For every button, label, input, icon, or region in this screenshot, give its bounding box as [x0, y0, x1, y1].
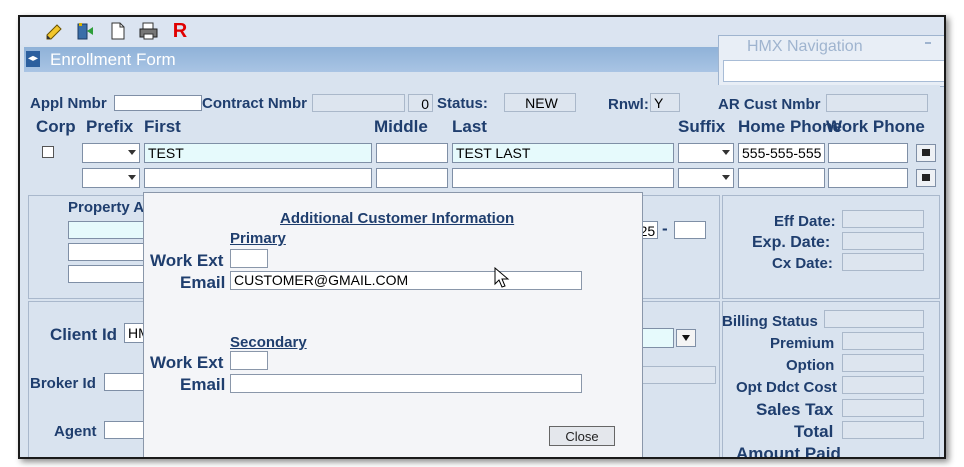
new-document-icon[interactable]	[108, 21, 128, 41]
ar-cust-input[interactable]	[826, 94, 928, 112]
chevron-down-icon	[128, 175, 136, 180]
navigation-input[interactable]	[723, 60, 944, 82]
primary-work-ext-input[interactable]	[230, 249, 268, 268]
billing-status-input[interactable]	[824, 310, 924, 328]
address-line-2[interactable]	[68, 243, 148, 261]
last-name-input[interactable]: TEST LAST	[452, 143, 674, 163]
close-button[interactable]: Close	[549, 426, 615, 446]
chevron-down-icon	[128, 150, 136, 155]
arrow-down-icon	[682, 335, 690, 341]
additional-customer-info-dialog: Additional Customer Information Primary …	[143, 192, 643, 457]
prefix-select[interactable]	[82, 143, 140, 163]
ar-cust-label: AR Cust Nmbr	[718, 96, 821, 113]
eff-date-input[interactable]	[842, 210, 924, 228]
total-input[interactable]	[842, 421, 924, 439]
work-phone-header: Work Phone	[826, 117, 925, 136]
mouse-cursor-icon	[494, 267, 510, 288]
rnwl-value: Y	[650, 93, 680, 112]
primary-work-ext-label: Work Ext	[150, 251, 224, 270]
last-header: Last	[452, 117, 487, 136]
form-title-bar: ◂▸ Enrollment Form	[24, 47, 724, 72]
minimize-icon[interactable]	[925, 42, 931, 44]
rnwl-label: Rnwl:	[608, 96, 649, 113]
primary-email-label: Email	[180, 273, 226, 292]
sales-tax-input[interactable]	[842, 399, 924, 417]
address-line-1[interactable]	[68, 221, 148, 239]
prefix-select-2[interactable]	[82, 168, 140, 188]
middle-header: Middle	[374, 117, 428, 136]
contract-count: 0	[408, 94, 433, 112]
broker-id-label: Broker Id	[30, 375, 96, 392]
option-label: Option	[786, 357, 835, 374]
window-title: Enrollment Form	[50, 50, 176, 69]
status-label: Status:	[437, 95, 488, 112]
secondary-work-ext-input[interactable]	[230, 351, 268, 370]
first-name-input[interactable]: TEST	[144, 143, 372, 163]
property-address-label: Property A	[68, 199, 145, 216]
opt-ddct-cost-input[interactable]	[842, 376, 924, 394]
sales-tax-label: Sales Tax	[756, 400, 834, 419]
amount-paid-label: Amount Paid	[736, 444, 841, 459]
secondary-email-input[interactable]	[230, 374, 582, 393]
primary-section-label: Primary	[230, 230, 286, 247]
cx-date-input[interactable]	[842, 253, 924, 271]
home-phone-input[interactable]: 555-555-555	[738, 143, 825, 163]
last-name-input-2[interactable]	[452, 168, 674, 188]
exp-date-input[interactable]	[842, 232, 924, 250]
contract-nmbr-input[interactable]	[312, 94, 405, 112]
appl-nmbr-label: Appl Nmbr	[30, 95, 107, 112]
client-dropdown-button[interactable]	[676, 329, 696, 347]
navigation-title: HMX Navigation	[747, 38, 863, 55]
exit-door-icon[interactable]	[75, 21, 95, 41]
phone-lookup-button-2[interactable]	[916, 169, 936, 187]
middle-name-input-2[interactable]	[376, 168, 448, 188]
billing-status-label: Billing Status	[722, 313, 818, 330]
chevron-down-icon	[722, 150, 730, 155]
dialog-title: Additional Customer Information	[280, 210, 515, 227]
appl-nmbr-input[interactable]	[114, 95, 202, 111]
eff-date-label: Eff Date:	[774, 213, 836, 230]
r-icon[interactable]: R	[170, 21, 190, 41]
zip-dash: -	[662, 219, 668, 238]
middle-name-input[interactable]	[376, 143, 448, 163]
exp-date-label: Exp. Date:	[752, 234, 831, 251]
suffix-select[interactable]	[678, 143, 734, 163]
work-phone-input-2[interactable]	[828, 168, 908, 188]
chevron-down-icon	[722, 175, 730, 180]
home-phone-input-2[interactable]	[738, 168, 825, 188]
secondary-work-ext-label: Work Ext	[150, 353, 224, 372]
total-label: Total	[794, 422, 834, 441]
premium-input[interactable]	[842, 332, 924, 350]
navigation-panel: HMX Navigation	[718, 35, 944, 87]
cx-date-label: Cx Date:	[772, 255, 833, 272]
work-phone-input[interactable]	[828, 143, 908, 163]
suffix-select-2[interactable]	[678, 168, 734, 188]
secondary-email-label: Email	[180, 375, 226, 394]
secondary-section-label: Secondary	[230, 334, 307, 351]
client-id-label: Client Id	[50, 325, 118, 344]
agent-input[interactable]	[104, 421, 148, 439]
prefix-header: Prefix	[86, 117, 134, 136]
address-line-3[interactable]	[68, 265, 148, 283]
contract-nmbr-label: Contract Nmbr	[202, 95, 308, 112]
first-header: First	[144, 117, 181, 136]
zip-ext-input[interactable]	[674, 221, 706, 239]
agent-label: Agent	[54, 423, 97, 440]
corp-header: Corp	[36, 117, 76, 136]
option-input[interactable]	[842, 354, 924, 372]
premium-label: Premium	[770, 335, 835, 352]
application-window: R ◂▸ Enrollment Form HMX Navigation Appl…	[18, 15, 946, 459]
status-value: NEW	[504, 93, 576, 112]
pencil-icon[interactable]	[44, 21, 64, 41]
first-name-input-2[interactable]	[144, 168, 372, 188]
form-window-icon: ◂▸	[26, 51, 40, 67]
corp-checkbox[interactable]	[42, 146, 54, 158]
print-icon[interactable]	[138, 21, 158, 41]
suffix-header: Suffix	[678, 117, 726, 136]
opt-ddct-cost-label: Opt Ddct Cost	[736, 379, 837, 396]
primary-email-input[interactable]: CUSTOMER@GMAIL.COM	[230, 271, 582, 290]
phone-lookup-button[interactable]	[916, 144, 936, 162]
broker-id-input[interactable]	[104, 373, 148, 391]
